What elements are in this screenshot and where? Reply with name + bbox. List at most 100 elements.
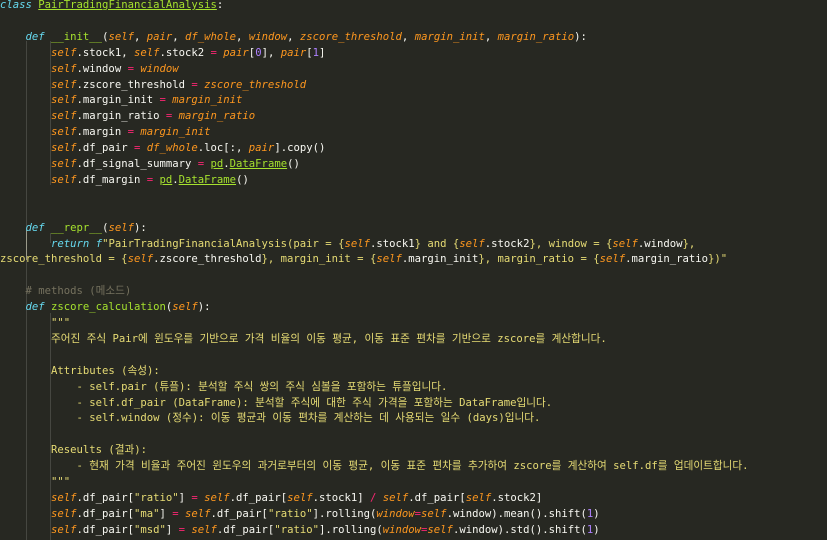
code-token: .stock2 [159, 46, 211, 59]
code-token: .window).mean().shift( [446, 507, 587, 520]
code-line[interactable]: def __repr__(self): [0, 220, 827, 236]
code-token: .margin [76, 126, 128, 139]
code-line[interactable]: """ [0, 474, 827, 490]
code-token: __repr__ [51, 221, 103, 234]
code-line[interactable]: self.df_signal_summary = pd.DataFrame() [0, 156, 827, 172]
code-line[interactable]: self.margin_init = margin_init [0, 92, 827, 108]
code-line[interactable]: self.df_pair = df_whole.loc[:, pair].cop… [0, 140, 827, 156]
code-token: pair [223, 46, 249, 59]
code-line[interactable]: self.margin_ratio = margin_ratio [0, 108, 827, 124]
code-token: ] [178, 491, 192, 504]
code-line[interactable] [0, 267, 827, 283]
code-token: .margin_init [401, 253, 479, 266]
code-line[interactable]: self.margin = margin_init [0, 124, 827, 140]
code-token: ].copy() [274, 142, 326, 155]
code-token: .df_pair[ [76, 523, 134, 536]
code-token: .window [637, 237, 683, 250]
code-token: def [25, 30, 52, 43]
code-token: .zscore_threshold [76, 78, 192, 91]
code-token: margin_init [414, 30, 485, 43]
code-line[interactable]: - self.window (정수): 이동 평균과 이동 편차를 계산하는 데… [0, 410, 827, 426]
code-token: self [287, 491, 313, 504]
code-token: .window [76, 62, 128, 75]
code-token: ] [165, 523, 179, 536]
code-token: ): [197, 301, 211, 314]
code-token: , [484, 30, 498, 43]
code-token: margin_init [140, 126, 211, 139]
code-token: - self.pair (튜플): 분석할 주식 쌍의 주식 심볼을 포함하는 … [0, 380, 448, 393]
code-token: self [133, 46, 160, 59]
code-token: margin_ratio [178, 110, 256, 123]
code-line[interactable]: Attributes (속성): [0, 363, 827, 379]
code-line[interactable]: class PairTradingFinancialAnalysis: [0, 0, 827, 13]
code-token: pair [146, 30, 173, 43]
code-token: # methods (메소드) [25, 285, 132, 298]
code-token: df_whole [146, 142, 198, 155]
code-token: Attributes (속성): [0, 364, 160, 377]
code-token: .df_pair[ [408, 491, 466, 504]
code-token: window [140, 62, 179, 75]
code-line[interactable]: # methods (메소드) [0, 283, 827, 299]
code-line[interactable]: - self.df_pair (DataFrame): 분석할 주식에 대한 주… [0, 395, 827, 411]
code-token: .margin_ratio [625, 253, 709, 266]
code-token: self [185, 507, 211, 520]
code-line[interactable]: zscore_threshold = {self.zscore_threshol… [0, 251, 827, 267]
code-token: DataFrame [178, 173, 237, 186]
code-token: def [25, 221, 52, 234]
code-token: self [51, 491, 77, 504]
code-token: self [51, 78, 77, 91]
code-token: pair [280, 46, 307, 59]
code-line[interactable]: self.df_margin = pd.DataFrame() [0, 172, 827, 188]
code-line[interactable]: self.df_pair["ma"] = self.df_pair["ratio… [0, 506, 827, 522]
code-token: window [376, 507, 415, 520]
code-token: self [108, 221, 134, 234]
code-line[interactable]: Reseults (결과): [0, 442, 827, 458]
code-token: Reseults (결과): [0, 444, 148, 457]
code-token: def [25, 301, 52, 314]
code-line[interactable]: """ [0, 315, 827, 331]
code-line[interactable]: def zscore_calculation(self): [0, 299, 827, 315]
code-line[interactable] [0, 13, 827, 29]
code-token: .stock1] [312, 491, 370, 504]
code-token: .df_pair[ [216, 523, 275, 536]
code-line[interactable] [0, 204, 827, 220]
code-token: , [172, 30, 186, 43]
code-token: ) [593, 523, 600, 536]
code-token: , [401, 30, 415, 43]
code-line[interactable] [0, 347, 827, 363]
code-line[interactable] [0, 426, 827, 442]
code-token: .df_pair [76, 142, 134, 155]
code-line[interactable]: self.df_pair["msd"] = self.df_pair["rati… [0, 522, 827, 538]
code-token: self [51, 142, 77, 155]
code-line[interactable]: self.window = window [0, 61, 827, 77]
code-line[interactable]: def __init__(self, pair, df_whole, windo… [0, 29, 827, 45]
code-line[interactable]: self.df_pair["ratio"] = self.df_pair[sel… [0, 490, 827, 506]
code-token: margin_init [172, 94, 243, 107]
code-token: }, margin_init = { [261, 253, 377, 266]
code-token: .zscore_threshold [153, 253, 262, 266]
code-line[interactable]: - self.pair (튜플): 분석할 주식 쌍의 주식 심볼을 포함하는 … [0, 379, 827, 395]
code-line[interactable]: 주어진 주식 Pair에 윈도우를 기반으로 가격 비율의 이동 평균, 이동 … [0, 331, 827, 347]
code-line[interactable]: self.zscore_threshold = zscore_threshold [0, 77, 827, 93]
code-token: self [51, 523, 77, 536]
code-line[interactable] [0, 188, 827, 204]
code-line[interactable]: self.stock1, self.stock2 = pair[0], pair… [0, 45, 827, 61]
code-token: : [216, 0, 224, 11]
code-token: self [427, 523, 453, 536]
code-token: margin_ratio [497, 30, 575, 43]
code-token: "ratio" [133, 491, 179, 504]
code-token: pd [159, 173, 173, 186]
code-line[interactable]: return f"PairTradingFinancialAnalysis(pa… [0, 236, 827, 252]
code-editor[interactable]: class PairTradingFinancialAnalysis: def … [0, 0, 827, 540]
code-token: self [191, 523, 217, 536]
code-line[interactable]: - 현재 가격 비율과 주어진 윈도우의 과거로부터의 이동 평균, 이동 표준… [0, 458, 827, 474]
